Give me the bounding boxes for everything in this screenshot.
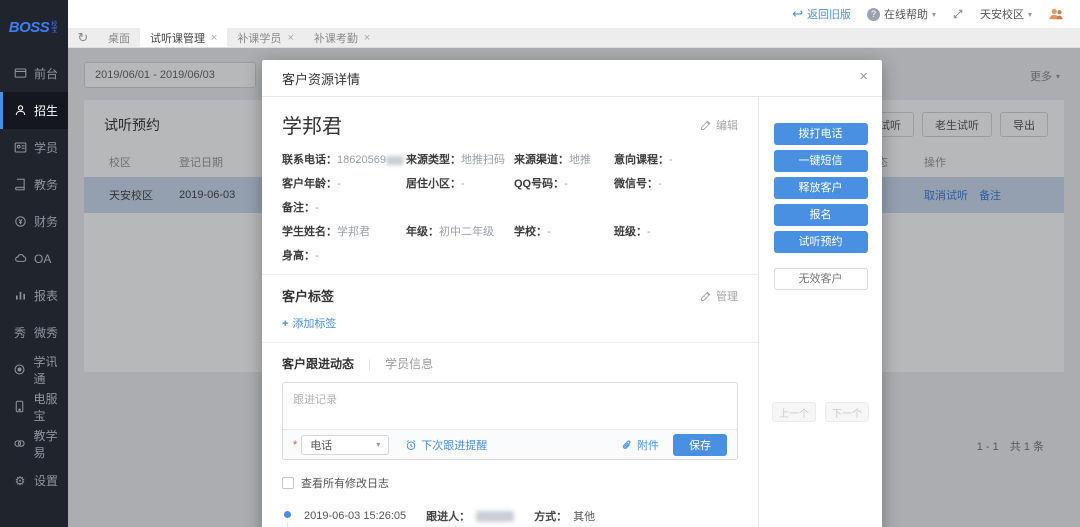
online-help-menu[interactable]: ? 在线帮助 ▾	[866, 6, 936, 22]
sidebar-item-front-desk[interactable]: 前台	[0, 55, 68, 92]
paperclip-icon	[622, 440, 631, 449]
redacted-text	[385, 155, 404, 165]
next-follow-up-reminder-button[interactable]: 下次跟进提醒	[405, 437, 487, 453]
undo-arrow-icon: ↩	[792, 6, 803, 21]
id-card-icon	[13, 141, 27, 155]
required-asterisk: *	[293, 438, 298, 451]
plus-icon: +	[282, 318, 289, 330]
sidebar-item-admissions[interactable]: 招生	[0, 92, 68, 129]
sidebar-item-reports[interactable]: 报表	[0, 277, 68, 314]
trial-booking-button[interactable]: 试听预约	[773, 231, 868, 253]
avatar-icon	[1049, 8, 1063, 20]
target-icon	[13, 363, 26, 377]
redacted-text	[476, 510, 515, 522]
tab-follow-up-activity[interactable]: 客户跟进动态	[282, 355, 354, 372]
timeline-dot	[284, 511, 291, 518]
release-customer-button[interactable]: 释放客户	[773, 177, 868, 199]
app-logo: BOSS 校宝	[0, 0, 68, 55]
pencil-icon	[701, 120, 711, 130]
chevron-down-icon: ▾	[376, 440, 381, 449]
close-icon[interactable]: ×	[211, 32, 217, 44]
tab-student-info[interactable]: 学员信息	[385, 355, 433, 372]
timeline-timestamp: 2019-06-03 15:26:05	[304, 510, 407, 522]
close-icon[interactable]: ×	[364, 32, 370, 44]
view-all-change-logs-checkbox[interactable]	[282, 477, 294, 489]
customer-detail-modal: 客户资源详情 × 学邦君 编辑 联系电话：18620569 来源类型：地推扫码 …	[262, 60, 882, 527]
bar-chart-icon	[13, 289, 27, 303]
sidebar-item-jiaoxueyi[interactable]: 教学易	[0, 425, 68, 462]
chevron-down-icon: ▾	[931, 9, 936, 19]
sms-button[interactable]: 一键短信	[773, 150, 868, 172]
user-avatar[interactable]	[1048, 7, 1064, 21]
back-to-old-version-link[interactable]: ↩ 返回旧版	[792, 6, 851, 22]
modal-action-panel: 拨打电话 一键短信 释放客户 报名 试听预约 无效客户 上一个 下一个	[758, 97, 882, 527]
close-icon[interactable]: ×	[287, 32, 293, 44]
question-icon: ?	[866, 7, 880, 21]
sidebar-item-weixiu[interactable]: 秀 微秀	[0, 314, 68, 351]
refresh-icon[interactable]: ↻	[68, 28, 98, 47]
campus-selector[interactable]: 天安校区 ▾	[980, 6, 1032, 22]
follow-up-timeline: 2019-06-03 15:26:05 跟进人： 方式： 其他 新建客户	[282, 508, 738, 527]
add-tag-button[interactable]: + 添加标签	[282, 315, 738, 331]
alarm-clock-icon	[407, 439, 416, 450]
save-button[interactable]: 保存	[673, 433, 727, 456]
follow-up-record-textarea[interactable]: 跟进记录	[283, 383, 737, 429]
tab-bar: ↻ 桌面 试听课管理 × 补课学员 × 补课考勤 ×	[68, 28, 1080, 48]
window-icon	[13, 67, 27, 81]
follow-up-type-select[interactable]: 电话 ▾	[301, 434, 390, 455]
customer-name: 学邦君	[282, 116, 342, 138]
next-customer-button[interactable]: 下一个	[825, 402, 869, 422]
expand-arrows-icon	[953, 9, 963, 19]
tab-makeup-attendance[interactable]: 补课考勤 ×	[304, 28, 380, 47]
logo-text: BOSS	[8, 19, 50, 36]
sidebar: BOSS 校宝 前台 招生 学员 教务 财务 OA 报表 秀 微秀 学讯通 电服…	[0, 0, 68, 527]
attachment-button[interactable]: 附件	[621, 437, 659, 453]
invalid-customer-button[interactable]: 无效客户	[773, 268, 868, 290]
phone-value: 18620569	[337, 154, 386, 166]
fullscreen-button[interactable]	[952, 8, 964, 20]
weixiu-icon: 秀	[13, 326, 26, 340]
customer-fields: 联系电话：18620569 来源类型：地推扫码 来源渠道：地推 意向课程：- 客…	[282, 154, 673, 262]
gear-icon: ⚙	[14, 473, 26, 488]
modal-title: 客户资源详情	[282, 71, 361, 87]
tab-trial-class-management[interactable]: 试听课管理 ×	[140, 28, 228, 47]
sidebar-item-dianfubao[interactable]: 电服宝	[0, 388, 68, 425]
close-icon[interactable]: ×	[859, 68, 868, 85]
follow-up-form: 跟进记录 * 电话 ▾ 下次跟进提醒 附件 保存	[282, 382, 738, 460]
sidebar-item-academics[interactable]: 教务	[0, 166, 68, 203]
rings-icon	[13, 437, 26, 451]
edit-link[interactable]: 编辑	[700, 117, 738, 133]
sidebar-item-settings[interactable]: ⚙ 设置	[0, 462, 68, 499]
logo-sub-text: 校宝	[51, 21, 58, 34]
sidebar-item-xuexuntong[interactable]: 学讯通	[0, 351, 68, 388]
tags-section-title: 客户标签	[282, 289, 335, 304]
topbar: ↩ 返回旧版 ? 在线帮助 ▾ 天安校区 ▾	[68, 0, 1080, 28]
follow-up-method: 其他	[573, 511, 596, 523]
person-icon	[13, 104, 27, 118]
previous-customer-button[interactable]: 上一个	[772, 402, 816, 422]
phone-device-icon	[13, 400, 26, 414]
sidebar-item-oa[interactable]: OA	[0, 240, 68, 277]
enroll-button[interactable]: 报名	[773, 204, 868, 226]
sidebar-item-students[interactable]: 学员	[0, 129, 68, 166]
manage-tags-link[interactable]: 管理	[700, 288, 738, 304]
tab-makeup-students[interactable]: 补课学员 ×	[227, 28, 303, 47]
coin-icon	[13, 215, 27, 229]
call-button[interactable]: 拨打电话	[773, 123, 868, 145]
pencil-icon	[701, 291, 711, 301]
view-all-change-logs-label: 查看所有修改日志	[301, 478, 389, 490]
book-icon	[13, 178, 27, 192]
sidebar-item-finance[interactable]: 财务	[0, 203, 68, 240]
cloud-icon	[13, 252, 27, 266]
tab-desktop[interactable]: 桌面	[98, 28, 140, 47]
chevron-down-icon: ▾	[1027, 9, 1032, 19]
